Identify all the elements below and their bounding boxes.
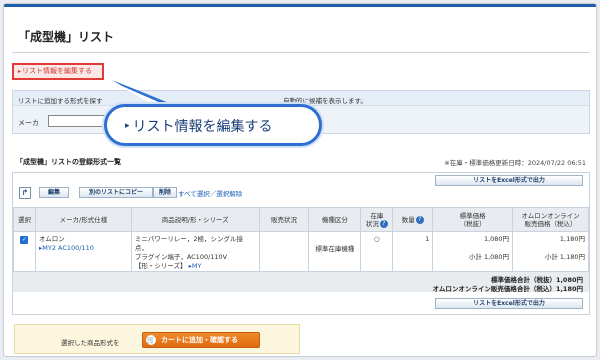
table-header-row: 選択 メーカ/形式仕様 商品説明/形・シリーズ 販売状況 機種区分 在庫 状況?… xyxy=(13,207,589,232)
list-toolbar: リストをExcel形式で出力 ↱ 編集 別のリストにコピー 削除 すべて選択／選… xyxy=(13,173,589,207)
page-title: 「成型機」リスト xyxy=(18,30,115,44)
row-series-link[interactable]: ▸MY xyxy=(189,262,202,270)
row-desc-cell: ミニパワーリレー，2極，シングル接点， プラグイン端子，AC100/110V 【… xyxy=(130,231,260,275)
top-accent-bar xyxy=(4,4,596,7)
row-desc-line3: 【形・シリーズ】 xyxy=(134,262,187,270)
search-header-text: リストに追加する形式を探す xyxy=(18,97,103,105)
col-status: 販売状況 xyxy=(258,207,310,232)
row-desc-line1: ミニパワーリレー，2極，シングル接点， xyxy=(134,235,243,252)
return-arrow-icon: ↱ xyxy=(19,187,31,199)
callout-bubble: ▸ リスト情報を編集する xyxy=(104,104,322,146)
row-checkbox[interactable]: ✓ xyxy=(20,236,29,244)
row-maker: オムロン xyxy=(38,235,65,243)
add-to-cart-button[interactable]: 🛒 カートに追加・確認する xyxy=(142,332,260,348)
cart-prompt: 選択した商品形式を xyxy=(61,339,120,347)
cart-bar: 選択した商品形式を 🛒 カートに追加・確認する xyxy=(14,324,300,354)
row-online-subtotal: 小計 1,180円 xyxy=(544,253,585,261)
row-online-cell: 1,180円 小計 1,180円 xyxy=(512,231,589,275)
row-select-cell: ✓ xyxy=(13,231,36,275)
row-std-price: 1,080円 xyxy=(483,235,510,243)
col-online-line2: 販売価格（税込） xyxy=(524,219,577,228)
row-std-cell: 1,080円 小計 1,080円 xyxy=(432,231,514,275)
col-maker: メーカ/形式仕様 xyxy=(34,207,132,232)
select-all-link[interactable]: すべて選択／選択解除 xyxy=(178,188,242,198)
row-desc-line2: プラグイン端子，AC100/110V xyxy=(134,253,228,261)
edit-list-info-label: リスト情報を編集する xyxy=(22,67,93,75)
row-model: MY2 AC100/110 xyxy=(42,244,94,252)
col-online-line1: オムロンオンライン xyxy=(521,211,580,220)
row-online-price: 1,180円 xyxy=(559,235,585,243)
col-std-line2: （税抜） xyxy=(459,219,486,228)
excel-export-button-top[interactable]: リストをExcel形式で出力 xyxy=(435,175,583,186)
row-type: 標準在庫機種 xyxy=(308,231,362,275)
totals-bar: 標準価格合計（税抜）1,080円 オムロンオンライン販売価格合計（税込）1,18… xyxy=(13,271,589,293)
chevron-right-icon: ▸ xyxy=(18,68,22,75)
col-stock[interactable]: 在庫 状況? xyxy=(360,207,394,232)
callout-text: ▸ リスト情報を編集する xyxy=(125,116,273,136)
edit-button[interactable]: 編集 xyxy=(39,187,69,198)
excel-export-button-bottom[interactable]: リストをExcel形式で出力 xyxy=(435,298,583,309)
list-title: 「成型機」リストの登録形式一覧 xyxy=(16,158,121,166)
col-select: 選択 xyxy=(13,207,36,232)
app-frame: 「成型機」リスト ▸リスト情報を編集する リストに追加する形式を探す 自動的に候… xyxy=(3,3,597,357)
help-icon[interactable]: ? xyxy=(415,215,424,224)
title-divider xyxy=(12,52,590,53)
row-status xyxy=(258,231,310,275)
online-total: オムロンオンライン販売価格合計（税込）1,180円 xyxy=(432,285,583,293)
col-stock-line2: 状況 xyxy=(365,219,379,228)
row-stock: ○ xyxy=(360,231,394,275)
col-description: 商品説明/形・シリーズ xyxy=(130,207,260,232)
list-panel: リストをExcel形式で出力 ↱ 編集 別のリストにコピー 削除 すべて選択／選… xyxy=(12,172,590,315)
col-type: 機種区分 xyxy=(308,207,362,232)
edit-list-info-button[interactable]: ▸リスト情報を編集する xyxy=(12,63,104,80)
col-stock-line1: 在庫 xyxy=(370,211,384,220)
help-icon[interactable]: ? xyxy=(379,219,388,228)
callout-label: リスト情報を編集する xyxy=(132,119,273,135)
add-to-cart-label: カートに追加・確認する xyxy=(161,336,238,344)
row-maker-cell: オムロン ▸MY2 AC100/110 xyxy=(34,231,132,275)
row-std-subtotal: 小計 1,080円 xyxy=(468,253,510,261)
col-qty[interactable]: 数量? xyxy=(392,207,434,232)
copy-to-list-button[interactable]: 別のリストにコピー xyxy=(79,187,153,198)
chevron-right-icon: ▸ xyxy=(125,121,130,131)
cart-icon: 🛒 xyxy=(146,335,156,345)
row-series: MY xyxy=(191,262,202,270)
col-qty-label: 数量 xyxy=(401,215,415,224)
col-std-line1: 標準価格 xyxy=(459,211,486,220)
col-online-price: オムロンオンライン 販売価格（税込） xyxy=(512,207,589,232)
updated-timestamp: ※在庫・標準価格更新日時：2024/07/22 06:51 xyxy=(444,159,586,167)
maker-label: メーカ xyxy=(18,119,39,127)
col-std-price: 標準価格 （税抜） xyxy=(432,207,514,232)
product-table: 選択 メーカ/形式仕様 商品説明/形・シリーズ 販売状況 機種区分 在庫 状況?… xyxy=(13,207,589,275)
row-model-link[interactable]: ▸MY2 AC100/110 xyxy=(39,244,94,252)
table-row: ✓ オムロン ▸MY2 AC100/110 ミニパワーリレー，2極，シングル接点… xyxy=(13,231,589,275)
row-qty[interactable]: 1 xyxy=(392,231,434,275)
delete-button[interactable]: 削除 xyxy=(153,187,177,198)
